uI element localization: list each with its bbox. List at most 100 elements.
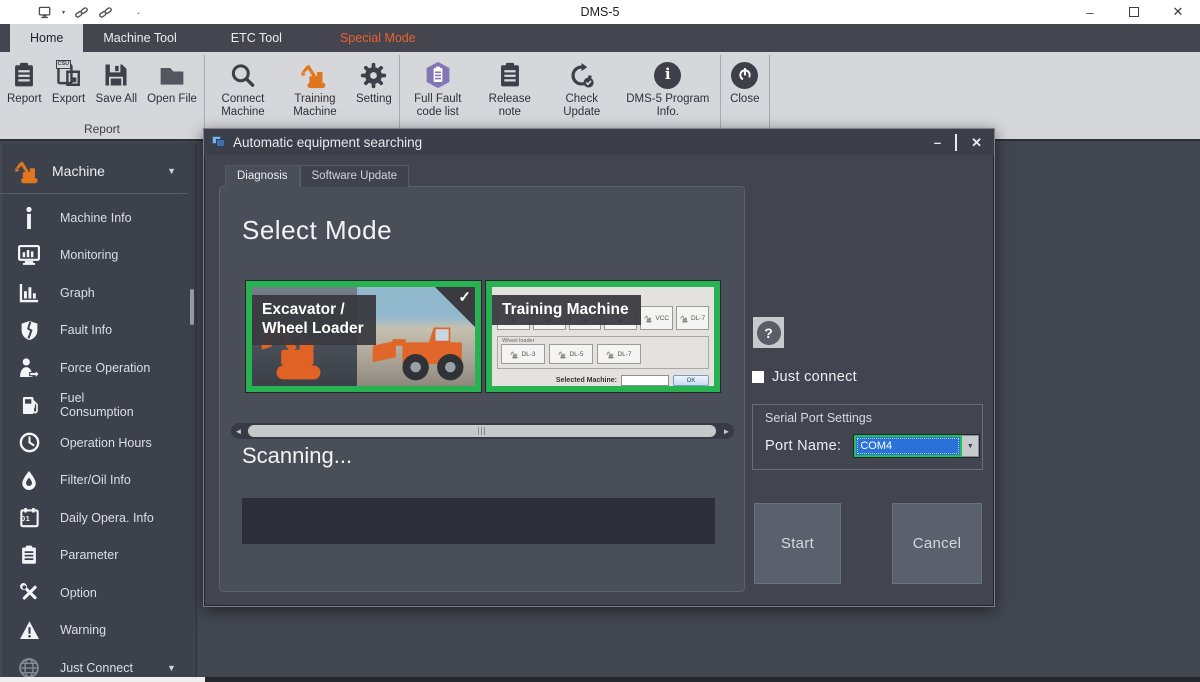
dialog-close-button[interactable]: ✕ <box>971 136 982 149</box>
dialog-maximize-button[interactable] <box>955 136 957 149</box>
person-arrow-icon <box>12 357 46 379</box>
cancel-button[interactable]: Cancel <box>892 503 982 584</box>
training-machine-button[interactable]: Training Machine <box>279 52 351 121</box>
sidebar-item-monitoring[interactable]: Monitoring <box>0 237 196 275</box>
maximize-icon <box>955 134 957 151</box>
mini-machine-button: DL-7 <box>676 306 709 330</box>
serial-port-settings-group: Serial Port Settings Port Name: COM4 ▼ <box>752 404 983 470</box>
sidebar: Machine ▼ Machine Info Monitoring Graph <box>0 143 197 677</box>
dialog-title: Automatic equipment searching <box>233 135 934 150</box>
just-connect-checkbox-row[interactable]: Just connect <box>752 369 857 385</box>
warning-triangle-icon <box>12 620 46 641</box>
sidebar-item-just-connect[interactable]: Just Connect ▼ <box>0 650 196 678</box>
ribbon-separator <box>399 55 400 136</box>
excavator-photo: Excavator / Wheel Loader ✓ <box>252 287 475 386</box>
mode-card-excavator[interactable]: Excavator / Wheel Loader ✓ <box>245 280 482 393</box>
sidebar-item-warning[interactable]: Warning <box>0 612 196 650</box>
port-name-label: Port Name: <box>765 438 841 454</box>
oil-drop-icon <box>12 470 46 490</box>
scrollbar-thumb[interactable] <box>248 425 716 437</box>
sidebar-header-label: Machine <box>52 163 167 179</box>
export-button[interactable]: CSU Export <box>47 52 91 108</box>
chevron-down-icon[interactable]: ▼ <box>167 663 176 673</box>
sidebar-item-machine-info[interactable]: Machine Info <box>0 199 196 237</box>
ribbon-group-report: Report CSU Export Save All <box>2 52 202 139</box>
magnifier-icon <box>229 57 256 93</box>
training-card-label: Training Machine <box>492 295 641 325</box>
question-mark-icon: ? <box>757 321 781 345</box>
mode-card-training-machine[interactable]: VCC DL-7 Wheel loader DL-3 DL-5 DL-7 <box>485 280 721 393</box>
scroll-left-icon[interactable]: ◄ <box>231 427 246 436</box>
scanning-heading: Scanning... <box>242 443 352 469</box>
window-minimize-button[interactable]: – <box>1068 0 1112 24</box>
bottom-edge-light <box>0 677 205 682</box>
cards-horizontal-scrollbar[interactable]: ◄ ► <box>231 423 734 439</box>
mini-machine-button: DL-3 <box>501 344 545 364</box>
globe-icon <box>12 657 46 677</box>
sidebar-header-machine[interactable]: Machine ▼ <box>0 149 188 194</box>
ribbon-group-machine: Connect Machine Training Machine Setting <box>207 52 397 139</box>
machine-excavator-icon <box>14 157 42 185</box>
mini-wheel-loader-group: Wheel loader DL-3 DL-5 DL-7 <box>497 336 709 369</box>
dialog-tabs: Diagnosis Software Update <box>225 165 409 187</box>
chevron-down-icon[interactable]: ▼ <box>167 166 176 176</box>
csu-tag: CSU <box>56 60 72 69</box>
hexagon-clipboard-icon <box>424 57 452 93</box>
scrollbar-track[interactable] <box>246 424 719 438</box>
full-fault-code-list-button[interactable]: Full Fault code list <box>402 52 474 121</box>
start-button[interactable]: Start <box>754 503 841 584</box>
tab-machine-tool[interactable]: Machine Tool <box>83 24 196 52</box>
window-title: DMS-5 <box>0 5 1200 19</box>
combo-dropdown-icon[interactable]: ▼ <box>962 435 979 457</box>
bar-chart-icon <box>12 282 46 303</box>
tab-special-mode[interactable]: Special Mode <box>320 24 436 52</box>
dialog-titlebar: Automatic equipment searching – ✕ <box>204 129 994 155</box>
save-icon <box>102 57 130 93</box>
excavator-card-label: Excavator / Wheel Loader <box>252 295 376 345</box>
release-note-button[interactable]: Release note <box>474 52 546 121</box>
sidebar-item-fault-info[interactable]: Fault Info <box>0 312 196 350</box>
tab-etc-tool[interactable]: ETC Tool <box>211 24 302 52</box>
port-name-combobox[interactable]: COM4 ▼ <box>853 434 980 458</box>
sidebar-item-parameter[interactable]: Parameter <box>0 537 196 575</box>
sidebar-item-fuel-consumption[interactable]: Fuel Consumption <box>0 387 196 425</box>
tab-software-update[interactable]: Software Update <box>300 165 410 187</box>
clock-icon <box>12 432 46 453</box>
mini-ok-button: OK <box>673 375 709 386</box>
ribbon-group-close: Close <box>723 52 767 139</box>
sidebar-scrollbar-thumb[interactable] <box>190 289 194 325</box>
check-update-button[interactable]: Check Update <box>546 52 618 121</box>
report-icon <box>11 57 37 93</box>
close-app-button[interactable]: Close <box>723 52 767 108</box>
dialog-minimize-button[interactable]: – <box>934 136 941 149</box>
sidebar-item-force-operation[interactable]: Force Operation <box>0 349 196 387</box>
window-maximize-button[interactable] <box>1112 0 1156 24</box>
help-button[interactable]: ? <box>753 317 784 348</box>
report-button[interactable]: Report <box>2 52 47 108</box>
just-connect-label: Just connect <box>772 369 857 385</box>
sidebar-item-graph[interactable]: Graph <box>0 274 196 312</box>
app-window: ▾ ⌄ DMS-5 – ✕ Home Machine Tool ETC Tool… <box>0 0 1200 682</box>
folder-icon <box>157 57 187 93</box>
scroll-right-icon[interactable]: ► <box>719 427 734 436</box>
sidebar-item-operation-hours[interactable]: Operation Hours <box>0 424 196 462</box>
tab-diagnosis[interactable]: Diagnosis <box>225 165 300 187</box>
sidebar-item-daily-opera[interactable]: 01 Daily Opera. Info <box>0 499 196 537</box>
open-file-button[interactable]: Open File <box>142 52 202 108</box>
sidebar-item-filter-oil[interactable]: Filter/Oil Info <box>0 462 196 500</box>
ribbon-separator <box>204 55 205 136</box>
tab-home[interactable]: Home <box>10 24 83 52</box>
program-info-button[interactable]: i DMS-5 Program Info. <box>618 52 718 121</box>
port-name-value[interactable]: COM4 <box>854 435 962 457</box>
save-all-button[interactable]: Save All <box>91 52 143 108</box>
sidebar-item-option[interactable]: Option <box>0 574 196 612</box>
automatic-equipment-searching-dialog: Automatic equipment searching – ✕ Diagno… <box>203 128 995 607</box>
mini-selected-machine-input <box>621 375 669 386</box>
setting-button[interactable]: Setting <box>351 52 397 108</box>
just-connect-checkbox[interactable] <box>752 371 764 383</box>
dialog-controls: – ✕ <box>934 136 986 149</box>
window-controls: – ✕ <box>1068 0 1200 24</box>
titlebar: ▾ ⌄ DMS-5 – ✕ <box>0 0 1200 24</box>
window-close-button[interactable]: ✕ <box>1156 0 1200 24</box>
connect-machine-button[interactable]: Connect Machine <box>207 52 279 121</box>
